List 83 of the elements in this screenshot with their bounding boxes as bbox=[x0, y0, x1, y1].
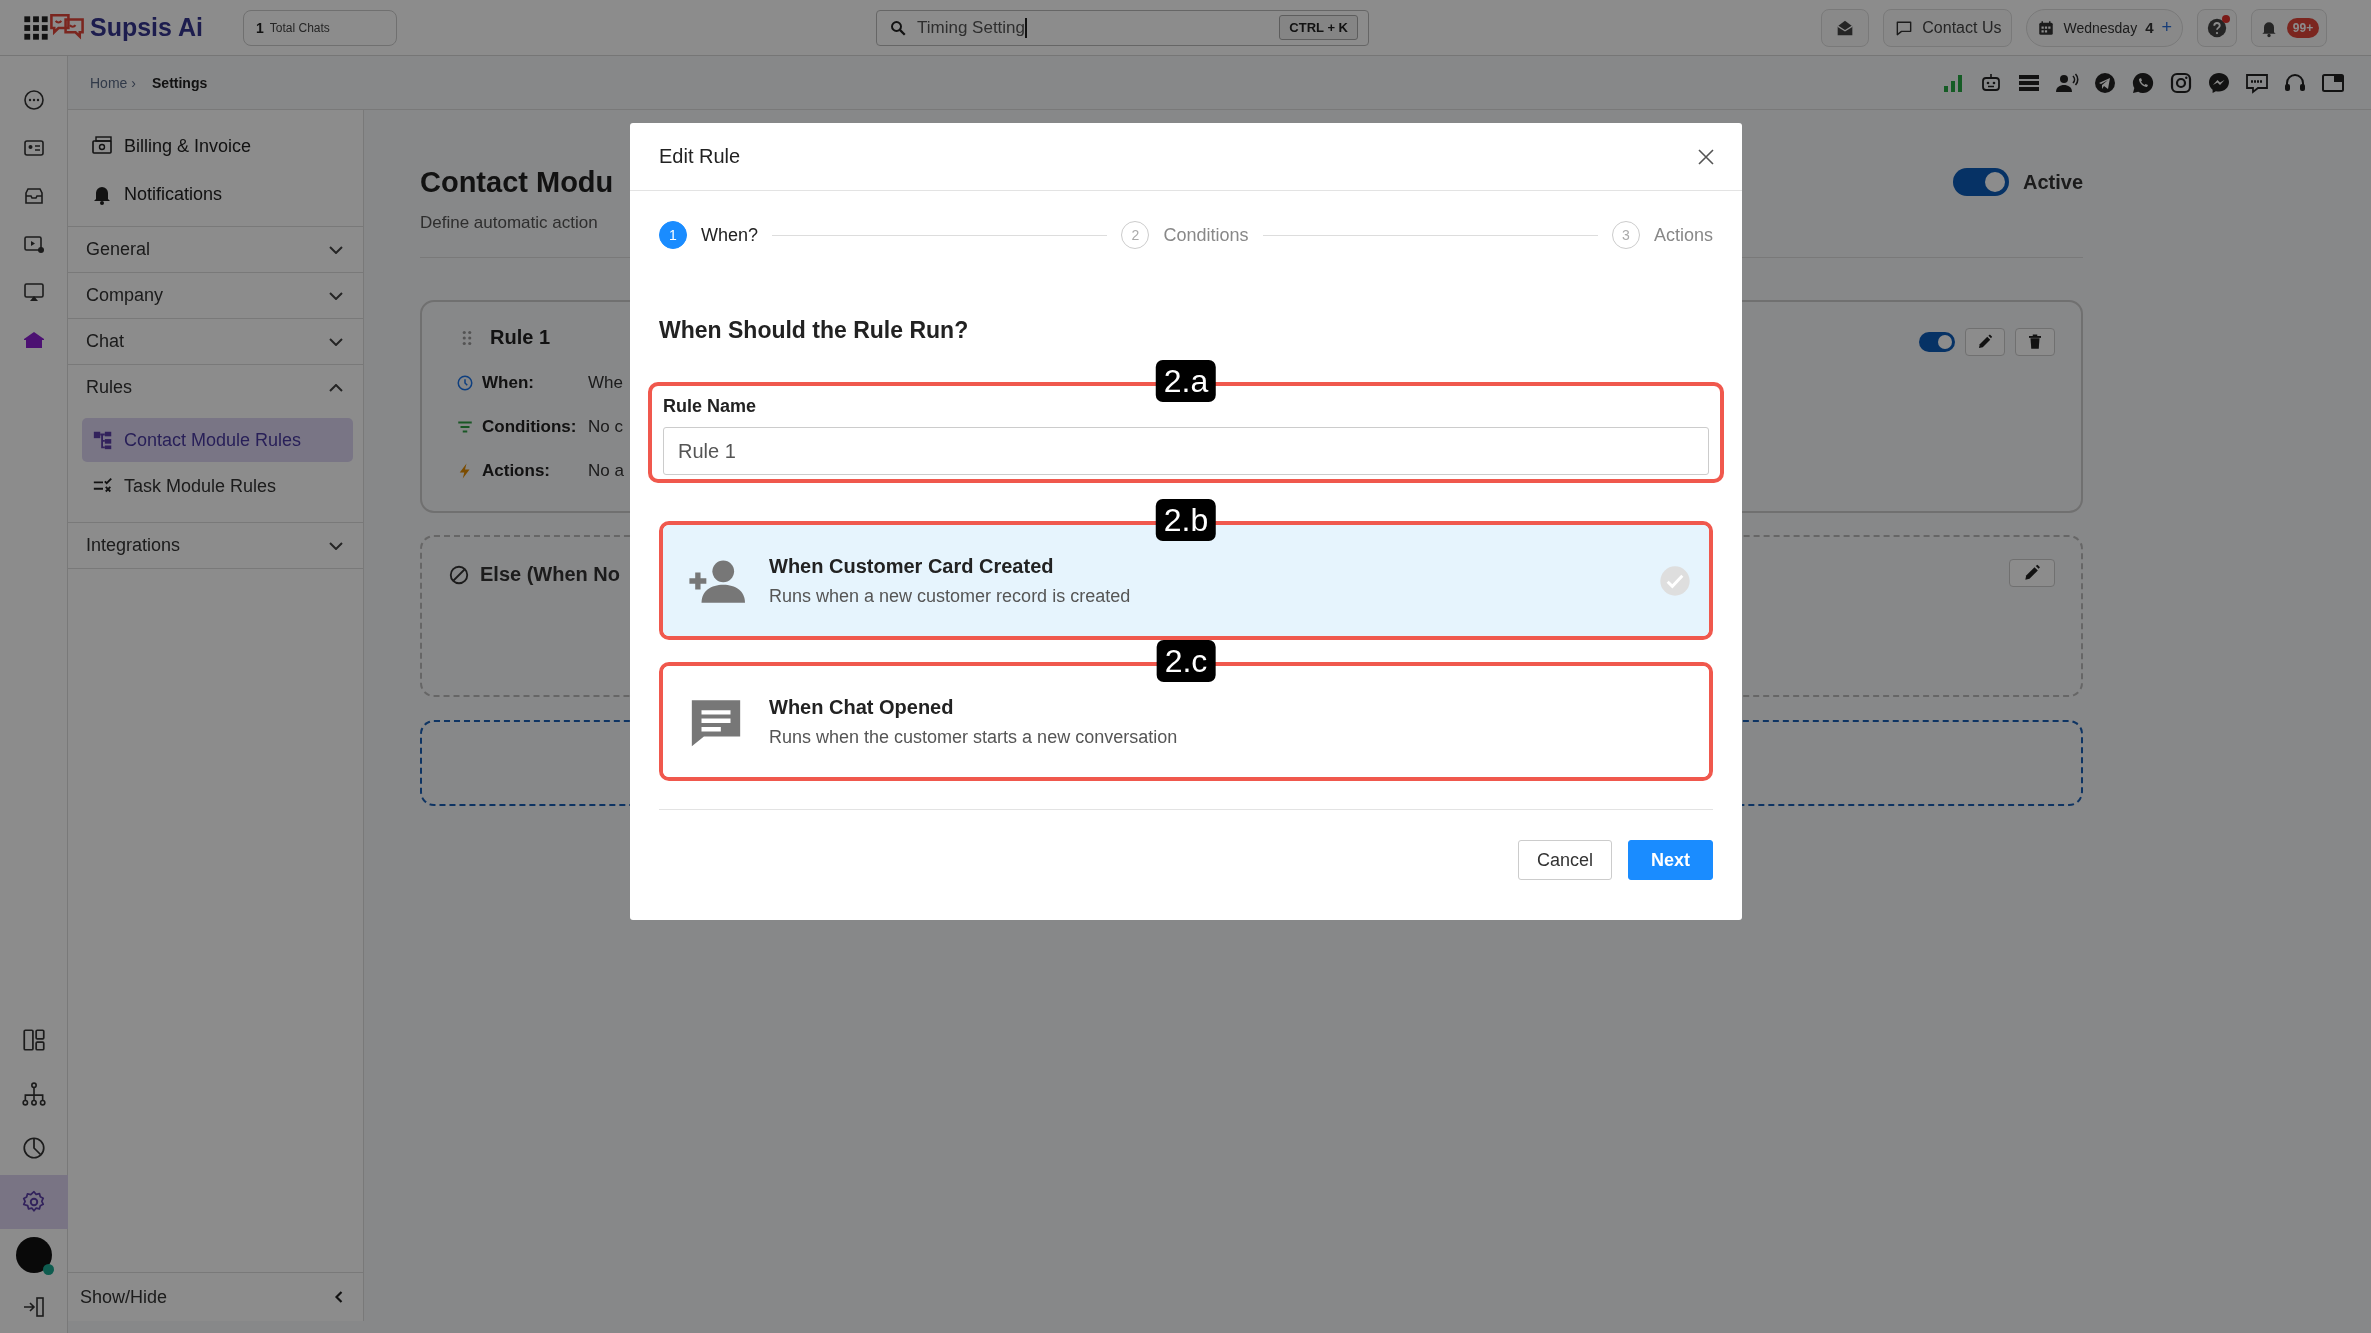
next-button[interactable]: Next bbox=[1628, 840, 1713, 880]
help-button[interactable] bbox=[2197, 8, 2237, 47]
pencil-icon bbox=[1976, 333, 1994, 351]
section-heading: When Should the Rule Run? bbox=[659, 317, 970, 344]
avatar[interactable] bbox=[15, 1237, 52, 1273]
shortcut-key: CTRL + K bbox=[1279, 15, 1358, 40]
toggle-switch[interactable] bbox=[1919, 332, 1955, 352]
camera-icon[interactable] bbox=[2169, 70, 2193, 95]
notifications-button[interactable]: 99+ bbox=[2251, 8, 2327, 47]
edit-button[interactable] bbox=[1965, 328, 2005, 356]
step-label: Actions bbox=[1654, 224, 1713, 246]
section-header[interactable]: Chat bbox=[68, 319, 363, 364]
rule-field-value: No c bbox=[588, 417, 623, 437]
delete-button[interactable] bbox=[2015, 328, 2055, 356]
section-header[interactable]: General bbox=[68, 227, 363, 272]
settings-item[interactable]: Contact Module Rules bbox=[82, 418, 353, 462]
option-description: Runs when a new customer record is created bbox=[769, 585, 1131, 607]
callout-label: 2.c bbox=[1156, 640, 1216, 682]
search-icon bbox=[889, 18, 907, 37]
exit-icon[interactable] bbox=[21, 1295, 46, 1319]
check-circle-icon bbox=[1659, 564, 1691, 597]
pie-chart-icon[interactable] bbox=[20, 1135, 47, 1161]
option-description: Runs when the customer starts a new conversation bbox=[769, 726, 1178, 748]
messenger-icon[interactable] bbox=[2207, 70, 2231, 95]
breadcrumb-separator: › bbox=[131, 74, 137, 91]
chevron-down-icon bbox=[329, 291, 343, 300]
rule-field-value: Whe bbox=[588, 373, 623, 393]
section-header[interactable]: Company bbox=[68, 273, 363, 318]
pencil-icon bbox=[2022, 563, 2042, 583]
toggle-switch[interactable] bbox=[1952, 168, 2009, 196]
rule-field-label: Conditions: bbox=[482, 417, 577, 437]
chevron-up-icon bbox=[329, 383, 343, 392]
flowchart-icon bbox=[92, 429, 114, 451]
prohibited-icon bbox=[448, 563, 470, 586]
section-header[interactable]: Integrations bbox=[68, 523, 363, 568]
date-chip[interactable]: Wednesday 4 + bbox=[2026, 8, 2183, 47]
search-field[interactable]: Timing Setting CTRL + K bbox=[876, 9, 1369, 46]
chevron-down-icon bbox=[329, 541, 343, 550]
chat-icon[interactable] bbox=[21, 88, 46, 112]
rule-field-label: Actions: bbox=[482, 461, 550, 481]
help-icon bbox=[2206, 16, 2228, 39]
page-title: Contact Modu bbox=[420, 166, 614, 199]
option-title: When Chat Opened bbox=[769, 695, 955, 719]
step-number: 1 bbox=[659, 221, 687, 249]
clock-icon bbox=[456, 374, 474, 392]
cancel-button[interactable]: Cancel bbox=[1517, 840, 1612, 880]
chevron-down-icon bbox=[329, 337, 343, 346]
dashboard-icon[interactable] bbox=[20, 1027, 47, 1053]
status-label: Active bbox=[2022, 170, 2083, 194]
dialog-title: Edit Rule bbox=[659, 145, 741, 168]
notification-count: 99+ bbox=[2286, 17, 2320, 38]
callout-label: 2.b bbox=[1155, 499, 1217, 541]
step-label: Conditions bbox=[1163, 224, 1249, 246]
hierarchy-icon[interactable] bbox=[20, 1081, 47, 1107]
mail-button[interactable] bbox=[1821, 8, 1870, 47]
callout-label: 2.a bbox=[1155, 360, 1217, 402]
show-hide-toggle[interactable]: Show/Hide bbox=[80, 1286, 168, 1308]
else-title: Else (When No bbox=[480, 563, 620, 586]
settings-link[interactable]: Billing & Invoice bbox=[90, 126, 363, 166]
step-label: When? bbox=[701, 224, 759, 246]
brand-name: Supsis Ai bbox=[90, 13, 203, 42]
settings-link[interactable]: Notifications bbox=[90, 174, 363, 214]
settings-item[interactable]: Task Module Rules bbox=[82, 464, 353, 508]
rule-title: Rule 1 bbox=[490, 326, 551, 349]
calendar-icon bbox=[2037, 18, 2056, 37]
breadcrumb-current: Settings bbox=[152, 74, 208, 91]
trash-icon bbox=[2026, 333, 2044, 351]
rule-field-label: When: bbox=[482, 373, 534, 393]
rule-name-field[interactable]: Rule 1 bbox=[663, 427, 1709, 475]
menu-icon[interactable] bbox=[22, 13, 50, 42]
page-subtitle: Define automatic action bbox=[420, 213, 599, 233]
option-title: When Customer Card Created bbox=[769, 554, 1055, 578]
breadcrumb-link[interactable]: Home bbox=[90, 74, 128, 91]
screen-icon[interactable] bbox=[21, 280, 46, 304]
section-header[interactable]: Rules bbox=[68, 365, 363, 410]
rule-field-value: No a bbox=[588, 461, 624, 481]
contact-us-button[interactable]: Contact Us bbox=[1883, 8, 2013, 47]
paper-plane-icon[interactable] bbox=[2093, 70, 2117, 95]
phone-bubble-icon[interactable] bbox=[2131, 70, 2155, 95]
chevron-down-icon bbox=[329, 245, 343, 254]
edit-button[interactable] bbox=[2009, 559, 2055, 587]
total-chats-chip: 1 Total Chats bbox=[243, 9, 397, 46]
field-label: Rule Name bbox=[663, 396, 758, 417]
